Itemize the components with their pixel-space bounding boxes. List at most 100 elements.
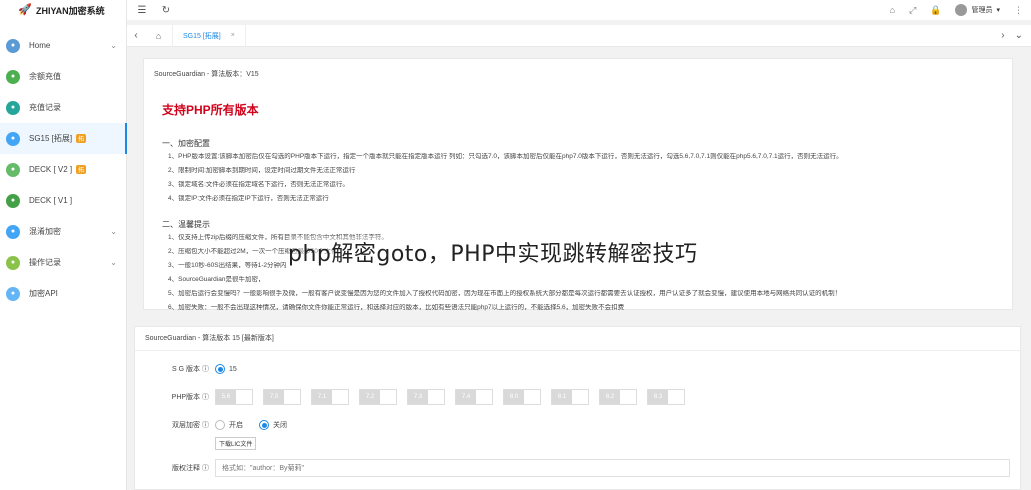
php-version-label: 8.1 bbox=[552, 390, 572, 404]
php-version-checkbox[interactable]: 7.4 bbox=[455, 389, 493, 405]
sidebar-item[interactable]: ● 操作记录 ⌄ bbox=[0, 247, 126, 278]
php-version-checkbox[interactable]: 8.1 bbox=[551, 389, 589, 405]
form-panel: SourceGuardian - 算法版本 15 [最新版本] S G 版本 ⓘ… bbox=[134, 326, 1021, 490]
double-on-label: 开启 bbox=[229, 422, 243, 429]
lock-icon[interactable]: 🔒 bbox=[930, 5, 941, 16]
info-line: 6、加密失败：一般不会出现这种情况，请确保你文件你能正常运行，和选择对应的版本，… bbox=[168, 304, 625, 311]
copyright-label: 版权注释 ⓘ bbox=[172, 465, 209, 472]
sidebar-item[interactable]: ● SG15 [拓展] 拓 bbox=[0, 123, 127, 154]
list-icon: ● bbox=[6, 255, 20, 270]
sg-version-radio[interactable] bbox=[215, 364, 225, 374]
user-menu[interactable]: 管理员 ▾ bbox=[955, 4, 1000, 16]
php-version-checkbox[interactable]: 5.6 bbox=[215, 389, 253, 405]
sidebar: 🚀 ZHIYAN加密系统 ● Home ⌄ ● 余额充值 ● 充值记录 ● SG15 [拓展] 拓… bbox=[0, 0, 127, 490]
code-icon: ● bbox=[6, 162, 20, 177]
tabs-bar: ‹ ⌂ SG15 [拓展] × › ⌄ bbox=[127, 24, 1031, 47]
code-icon: ● bbox=[6, 193, 20, 208]
php-version-label: 7.0 bbox=[264, 390, 284, 404]
fullscreen-icon[interactable]: ⤢ bbox=[909, 5, 916, 16]
info-panel: SourceGuardian - 算法版本：V15 支持PHP所有版本 一、加密… bbox=[143, 58, 1013, 311]
copyright-row: 版权注释 ⓘ bbox=[145, 458, 1010, 478]
php-version-label: 7.4 bbox=[456, 390, 476, 404]
overlay-caption: php解密goto，PHP中实现跳转解密技巧 bbox=[288, 236, 698, 268]
chevron-down-icon: ⌄ bbox=[110, 258, 117, 267]
page-title: 支持PHP所有版本 bbox=[162, 103, 259, 117]
php-version-checkbox[interactable]: 7.0 bbox=[263, 389, 301, 405]
sidebar-item-label: DECK [ V2 ] bbox=[29, 165, 73, 174]
php-version-checkbox[interactable]: 8.0 bbox=[503, 389, 541, 405]
sg-version-row: S G 版本 ⓘ 15 bbox=[145, 359, 1010, 379]
php-version-label: 7.2 bbox=[360, 390, 380, 404]
refresh-icon[interactable]: ↻ bbox=[157, 1, 175, 19]
download-lic-button[interactable]: 下载LIC文件 bbox=[215, 437, 257, 450]
sidebar-item[interactable]: ● 混淆加密 ⌄ bbox=[0, 216, 126, 247]
home-tab-icon[interactable]: ⌂ bbox=[145, 24, 173, 47]
php-version-checkbox[interactable]: 7.1 bbox=[311, 389, 349, 405]
menu-toggle-icon[interactable]: ☰ bbox=[133, 1, 151, 19]
chevron-down-icon: ⌄ bbox=[110, 41, 117, 50]
section-title: 一、加密配置 bbox=[162, 139, 210, 148]
tabs-next-icon[interactable]: › bbox=[1001, 30, 1004, 41]
php-version-checkbox[interactable]: 8.2 bbox=[599, 389, 637, 405]
sidebar-item-label: SG15 [拓展] bbox=[29, 134, 73, 143]
php-version-label: 8.0 bbox=[504, 390, 524, 404]
double-encrypt-row: 双层加密 ⓘ 开启 关闭 bbox=[145, 415, 1010, 435]
brand[interactable]: 🚀 ZHIYAN加密系统 bbox=[0, 0, 126, 20]
double-on-radio[interactable] bbox=[215, 420, 225, 430]
sidebar-item[interactable]: ● 充值记录 bbox=[0, 92, 126, 123]
user-name: 管理员 bbox=[971, 7, 993, 14]
info-line: 4、锁定IP:文件必须在指定IP下运行，否则无法正常运行 bbox=[168, 195, 329, 202]
tag-icon[interactable]: ⌂ bbox=[890, 5, 895, 15]
sidebar-item[interactable]: ● Home ⌄ bbox=[0, 30, 126, 61]
php-version-label: 8.2 bbox=[600, 390, 620, 404]
chevron-down-icon: ⌄ bbox=[110, 227, 117, 236]
api-icon: ● bbox=[6, 286, 20, 301]
sidebar-item[interactable]: ● DECK [ V1 ] bbox=[0, 185, 126, 216]
sidebar-badge: 拓 bbox=[76, 165, 87, 174]
php-version-checkbox[interactable]: 7.2 bbox=[359, 389, 397, 405]
php-version-label: 7.3 bbox=[408, 390, 428, 404]
tabs-prev-icon[interactable]: ‹ bbox=[127, 30, 145, 41]
info-line: 2、限制时间:加密脚本到期时间，设定时间过期文件无法正常运行 bbox=[168, 167, 356, 174]
php-version-label: PHP版本 ⓘ bbox=[171, 394, 209, 401]
top-header: ☰ ↻ ⌂ ⤢ 🔒 管理员 ▾ ⋮ bbox=[127, 0, 1031, 20]
tab-sg15[interactable]: SG15 [拓展] × bbox=[173, 24, 246, 47]
sidebar-item-label: Home bbox=[29, 41, 51, 50]
home-icon: ● bbox=[6, 38, 20, 53]
sidebar-item-label: 充值记录 bbox=[29, 103, 61, 112]
close-icon[interactable]: × bbox=[231, 32, 235, 39]
sidebar-item[interactable]: ● DECK [ V2 ] 拓 bbox=[0, 154, 126, 185]
sidebar-item-label: 混淆加密 bbox=[29, 227, 61, 236]
php-version-checkbox[interactable]: 7.3 bbox=[407, 389, 445, 405]
code-icon: ● bbox=[6, 131, 20, 146]
double-off-label: 关闭 bbox=[273, 422, 287, 429]
logo-icon: 🚀 bbox=[18, 4, 32, 16]
form-header: SourceGuardian - 算法版本 15 [最新版本] bbox=[135, 327, 1020, 351]
sidebar-item-label: 加密API bbox=[29, 289, 58, 298]
info-line: 4、SourceGuardian是很牛加密， bbox=[168, 276, 265, 283]
app-title: ZHIYAN加密系统 bbox=[36, 5, 105, 16]
php-version-label: 7.1 bbox=[312, 390, 332, 404]
double-off-radio[interactable] bbox=[259, 420, 269, 430]
copyright-input[interactable] bbox=[215, 459, 1010, 477]
panel-header: SourceGuardian - 算法版本：V15 bbox=[154, 71, 259, 78]
more-icon[interactable]: ⋮ bbox=[1014, 5, 1023, 16]
php-version-label: 8.3 bbox=[648, 390, 668, 404]
php-version-checkbox[interactable]: 8.3 bbox=[647, 389, 685, 405]
chevron-down-icon: ▾ bbox=[996, 7, 1000, 14]
sidebar-item[interactable]: ● 加密API bbox=[0, 278, 126, 309]
php-version-label: 5.6 bbox=[216, 390, 236, 404]
history-icon: ● bbox=[6, 100, 20, 115]
chevron-down-icon[interactable]: ⌄ bbox=[1015, 30, 1023, 41]
tab-label: SG15 [拓展] bbox=[183, 32, 221, 40]
sidebar-item[interactable]: ● 余额充值 bbox=[0, 61, 126, 92]
sidebar-item-label: 操作记录 bbox=[29, 258, 61, 267]
sidebar-item-label: DECK [ V1 ] bbox=[29, 196, 73, 205]
info-line: 1、PHP版本设置:该脚本加密后仅在勾选的PHP版本下运行，指定一个版本就只能在… bbox=[168, 153, 843, 160]
avatar bbox=[955, 4, 968, 16]
sidebar-badge: 拓 bbox=[76, 134, 87, 143]
shuffle-icon: ● bbox=[6, 224, 20, 239]
wallet-icon: ● bbox=[6, 69, 20, 84]
sidebar-item-label: 余额充值 bbox=[29, 72, 61, 81]
sidebar-menu: ● Home ⌄ ● 余额充值 ● 充值记录 ● SG15 [拓展] 拓 ● DECK [ V2 ] 拓… bbox=[0, 30, 127, 309]
